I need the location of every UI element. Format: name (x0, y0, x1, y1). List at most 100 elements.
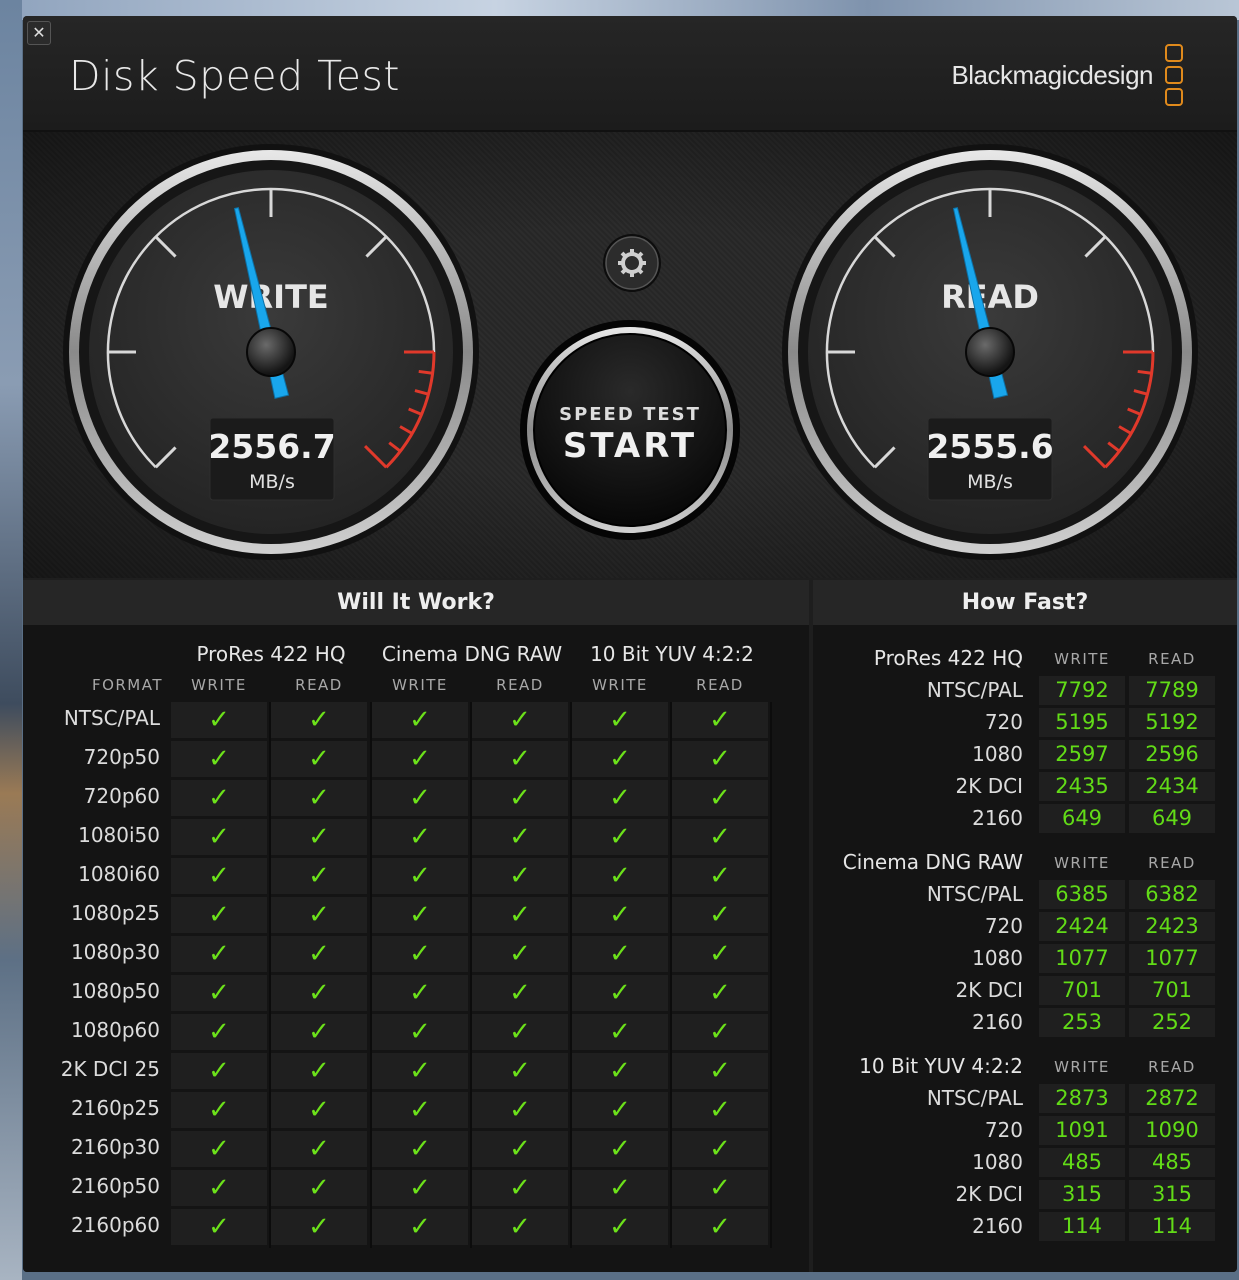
read-column-header: READ (295, 676, 343, 694)
check-icon: ✓ (609, 1095, 631, 1125)
check-icon: ✓ (208, 1056, 230, 1086)
check-icon: ✓ (709, 1017, 731, 1047)
will-it-work-panel: Will It Work? ProRes 422 HQ Cinema DNG RA… (23, 580, 809, 1272)
check-icon: ✓ (208, 861, 230, 891)
write-speed: 2424 (1055, 914, 1109, 938)
gauge-redline-tick (1137, 369, 1152, 375)
check-icon: ✓ (308, 783, 330, 813)
how-fast-format-label: 720 (984, 1118, 1023, 1142)
desktop-background-left (0, 0, 22, 1280)
format-row-label: 2160p60 (70, 1213, 160, 1237)
check-icon: ✓ (709, 1134, 731, 1164)
check-icon: ✓ (409, 1134, 431, 1164)
app-window: Disk Speed Test Blackmagicdesign WRITE 2… (23, 16, 1237, 1272)
check-icon: ✓ (208, 783, 230, 813)
check-icon: ✓ (609, 900, 631, 930)
write-speed: 1091 (1055, 1118, 1109, 1142)
read-speed-value: 2555.6 (926, 427, 1053, 466)
format-row-label: 720p50 (83, 745, 160, 769)
how-fast-panel: How Fast? ProRes 422 HQ WRITE READ NTSC/PAL… (813, 580, 1237, 1272)
check-icon: ✓ (509, 822, 531, 852)
read-column-header: READ (696, 676, 744, 694)
check-icon: ✓ (308, 1017, 330, 1047)
check-icon: ✓ (308, 744, 330, 774)
format-row-label: 1080p25 (70, 901, 160, 925)
how-fast-format-label: 1080 (972, 1150, 1023, 1174)
check-icon: ✓ (409, 861, 431, 891)
gear-icon (618, 249, 646, 277)
write-speed: 649 (1061, 806, 1103, 830)
write-gauge: WRITE 2556.7 MB/s (63, 144, 479, 560)
write-gauge-hub (246, 327, 296, 377)
speed-test-start-button[interactable]: SPEED TEST START (520, 320, 740, 540)
check-icon: ✓ (509, 900, 531, 930)
read-column-header: READ (1148, 854, 1196, 872)
check-icon: ✓ (308, 822, 330, 852)
check-icon: ✓ (609, 978, 631, 1008)
check-icon: ✓ (509, 1173, 531, 1203)
check-icon: ✓ (609, 1134, 631, 1164)
check-icon: ✓ (709, 978, 731, 1008)
check-icon: ✓ (409, 900, 431, 930)
read-gauge-hub (965, 327, 1015, 377)
codec-header-2: 10 Bit YUV 4:2:2 (590, 642, 754, 666)
settings-button[interactable] (603, 234, 661, 292)
check-icon: ✓ (409, 822, 431, 852)
check-icon: ✓ (609, 861, 631, 891)
check-icon: ✓ (409, 783, 431, 813)
write-speed-unit: MB/s (249, 471, 295, 493)
check-icon: ✓ (609, 744, 631, 774)
check-icon: ✓ (409, 978, 431, 1008)
write-column-header: WRITE (1054, 650, 1110, 668)
check-icon: ✓ (409, 1056, 431, 1086)
check-icon: ✓ (308, 861, 330, 891)
check-icon: ✓ (409, 939, 431, 969)
format-row-label: 2160p30 (70, 1135, 160, 1159)
check-icon: ✓ (509, 783, 531, 813)
write-column-header: WRITE (1054, 854, 1110, 872)
write-speed-value: 2556.7 (208, 427, 335, 466)
close-button[interactable]: ✕ (27, 21, 51, 45)
check-icon: ✓ (409, 1095, 431, 1125)
format-row-label: NTSC/PAL (63, 706, 160, 730)
column-divider (470, 702, 472, 1248)
check-icon: ✓ (509, 1095, 531, 1125)
how-fast-format-label: 2160 (972, 1214, 1023, 1238)
start-button-caption: SPEED TEST (559, 404, 701, 425)
read-column-header: READ (496, 676, 544, 694)
check-icon: ✓ (709, 900, 731, 930)
how-fast-format-label: 2K DCI (955, 1182, 1023, 1206)
check-icon: ✓ (509, 744, 531, 774)
write-speed: 2597 (1055, 742, 1109, 766)
check-icon: ✓ (709, 1056, 731, 1086)
check-icon: ✓ (208, 939, 230, 969)
check-icon: ✓ (709, 1173, 731, 1203)
read-speed: 114 (1151, 1214, 1193, 1238)
check-icon: ✓ (509, 1017, 531, 1047)
check-icon: ✓ (308, 900, 330, 930)
write-speed: 114 (1061, 1214, 1103, 1238)
check-icon: ✓ (308, 705, 330, 735)
check-icon: ✓ (208, 900, 230, 930)
check-icon: ✓ (208, 1017, 230, 1047)
how-fast-format-label: NTSC/PAL (926, 678, 1023, 702)
read-gauge: READ 2555.6 MB/s (782, 144, 1198, 560)
header: Disk Speed Test Blackmagicdesign (23, 16, 1237, 132)
column-divider (370, 702, 372, 1248)
gauge-redline-tick (418, 369, 433, 375)
how-fast-format-label: 2K DCI (955, 774, 1023, 798)
format-row-label: 1080i50 (78, 823, 160, 847)
column-divider (670, 702, 672, 1248)
close-icon: ✕ (32, 23, 46, 42)
check-icon: ✓ (308, 1095, 330, 1125)
read-gauge-label: READ (941, 278, 1039, 316)
check-icon: ✓ (409, 705, 431, 735)
read-speed: 1077 (1145, 946, 1199, 970)
how-fast-format-label: NTSC/PAL (926, 1086, 1023, 1110)
read-speed: 252 (1151, 1010, 1193, 1034)
how-fast-format-label: 2K DCI (955, 978, 1023, 1002)
write-column-header: WRITE (392, 676, 448, 694)
format-row-label: 2160p25 (70, 1096, 160, 1120)
check-icon: ✓ (509, 939, 531, 969)
column-divider (770, 702, 772, 1248)
